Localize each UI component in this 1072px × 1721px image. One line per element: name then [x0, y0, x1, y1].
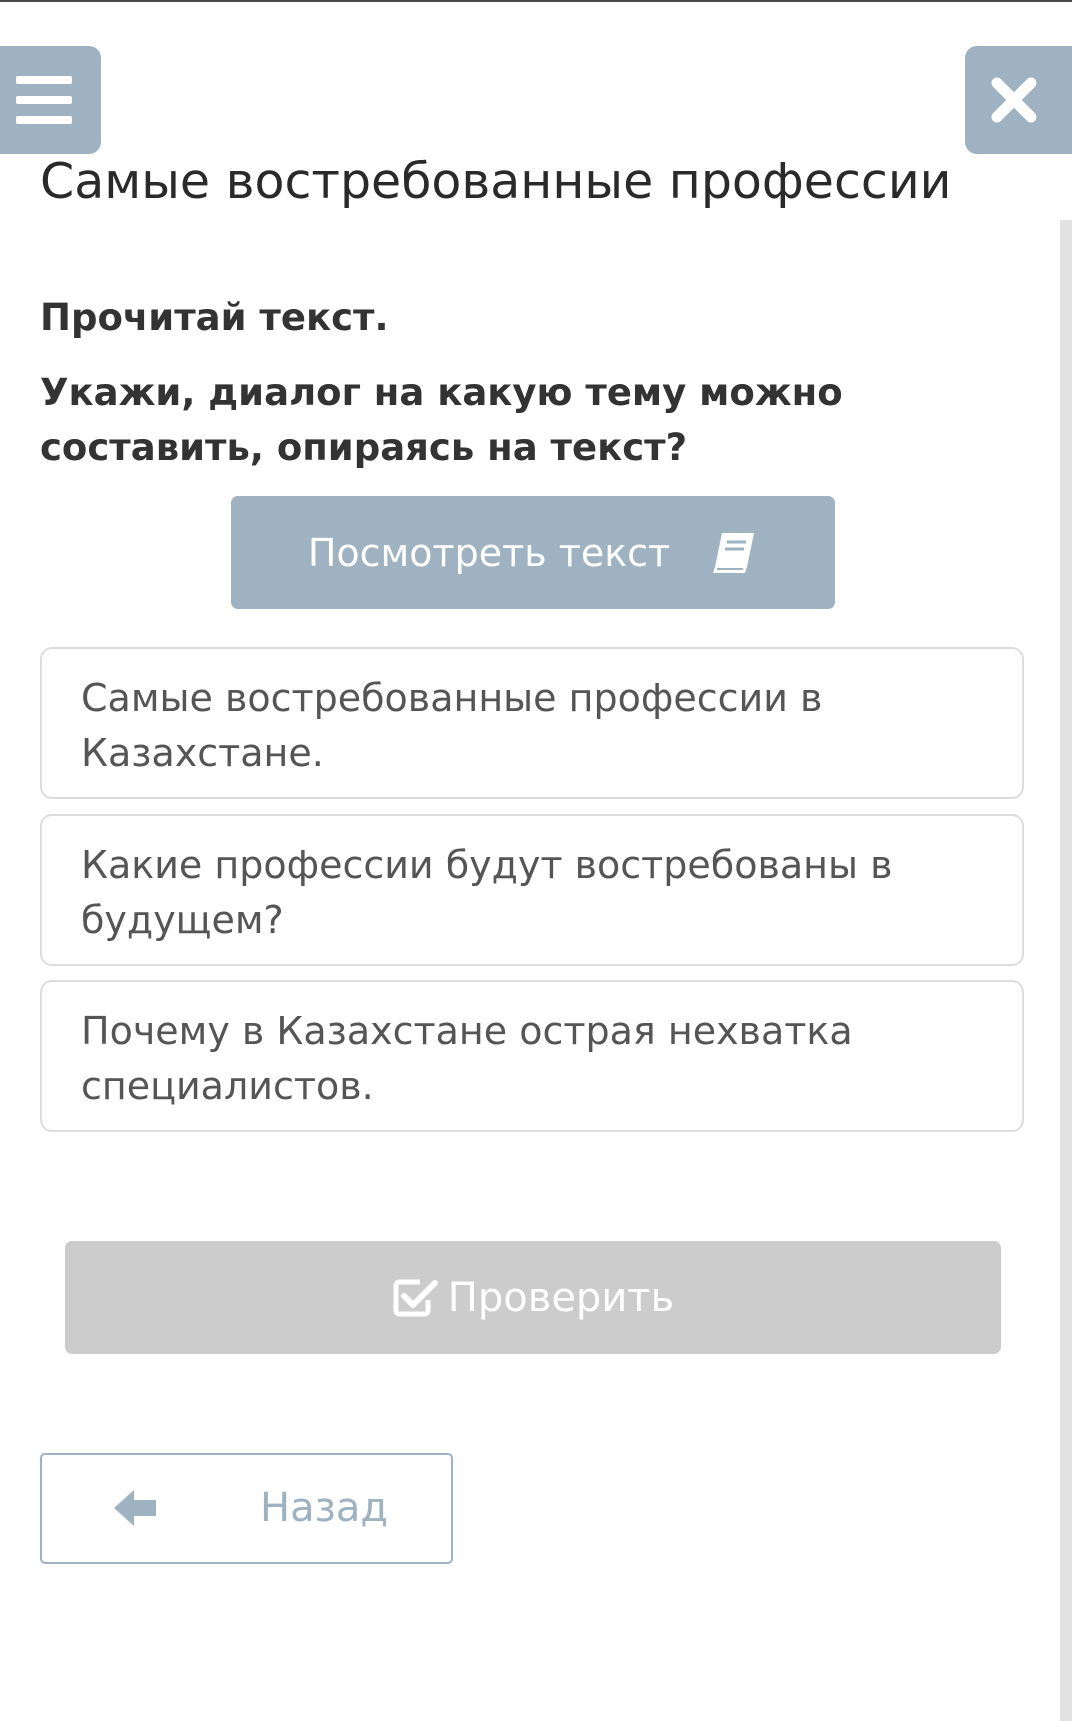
- check-button[interactable]: Проверить: [65, 1241, 1001, 1354]
- answer-option-label: Какие профессии будут востребованы в буд…: [81, 843, 893, 942]
- answer-option-2[interactable]: Какие профессии будут востребованы в буд…: [40, 814, 1024, 966]
- hamburger-menu-icon: [15, 76, 72, 124]
- back-button[interactable]: Назад: [40, 1453, 453, 1564]
- checkbox-check-icon: [393, 1279, 438, 1316]
- exercise-page: Самые востребованные профессии Прочитай …: [0, 0, 1072, 1721]
- instruction-question: Укажи, диалог на какую тему можно состав…: [40, 371, 843, 469]
- answer-option-3[interactable]: Почему в Казахстане острая нехватка спец…: [40, 980, 1024, 1132]
- arrow-left-icon: [114, 1490, 156, 1526]
- answer-option-1[interactable]: Самые востребованные профессии в Казахст…: [40, 647, 1024, 799]
- close-x-icon: [991, 77, 1036, 123]
- instruction-read: Прочитай текст.: [40, 296, 389, 339]
- view-text-label: Посмотреть текст: [307, 530, 671, 575]
- back-label: Назад: [260, 1485, 389, 1531]
- check-label: Проверить: [447, 1274, 675, 1321]
- page-title: Самые востребованные профессии: [40, 153, 952, 210]
- scrollbar[interactable]: [1060, 220, 1072, 1721]
- close-button[interactable]: [965, 46, 1072, 154]
- answer-option-label: Самые востребованные профессии в Казахст…: [81, 676, 823, 775]
- view-text-button[interactable]: Посмотреть текст: [231, 496, 835, 609]
- answer-option-label: Почему в Казахстане острая нехватка спец…: [81, 1009, 853, 1108]
- book-icon: [713, 532, 755, 573]
- menu-button[interactable]: [0, 46, 101, 154]
- top-divider: [0, 0, 1072, 2]
